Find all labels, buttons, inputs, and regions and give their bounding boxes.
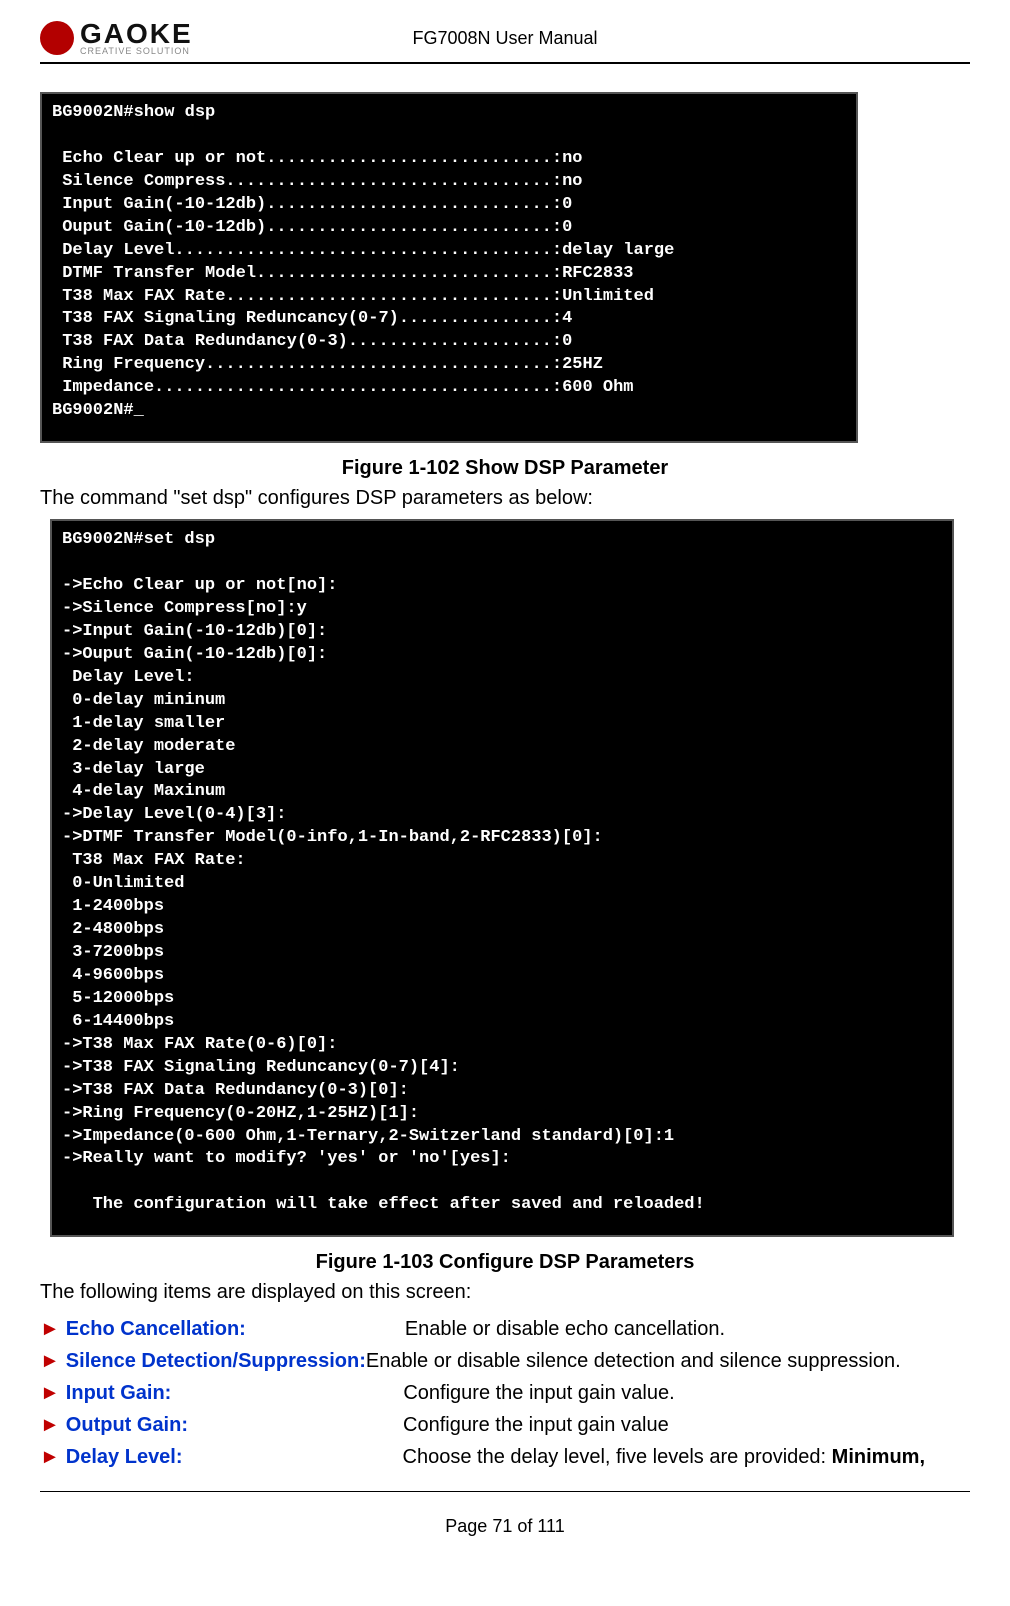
parameter-row: ►Delay Level: Choose the delay level, fiv… [40,1441,970,1473]
parameter-description: Enable or disable echo cancellation. [405,1313,725,1345]
figure-title: Configure DSP Parameters [439,1251,694,1273]
logo-brand: GAOKE [80,20,193,48]
parameter-name: Output Gain: [66,1409,188,1441]
figure-number: Figure 1-102 [342,457,460,479]
parameter-description: Configure the input gain value. [403,1377,674,1409]
intro-text-1: The command "set dsp" configures DSP par… [40,484,970,513]
arrow-icon: ► [40,1441,60,1473]
arrow-icon: ► [40,1313,60,1345]
page-header: GAOKE CREATIVE SOLUTION FG7008N User Man… [40,20,970,64]
figure-caption-2: Figure 1-103 Configure DSP Parameters [40,1251,970,1274]
parameter-description: Choose the delay level, five levels are … [403,1441,925,1473]
parameter-description: Enable or disable silence detection and … [366,1345,901,1377]
logo-tagline: CREATIVE SOLUTION [80,46,193,56]
arrow-icon: ► [40,1377,60,1409]
arrow-icon: ► [40,1345,60,1377]
figure-title: Show DSP Parameter [465,457,668,479]
page-footer: Page 71 of 111 [40,1516,970,1537]
parameter-description: Configure the input gain value [403,1409,669,1441]
parameter-row: ►Echo Cancellation: Enable or disable ec… [40,1313,970,1345]
figure-number: Figure 1-103 [316,1251,434,1273]
parameter-row: ►Output Gain: Configure the input gain v… [40,1409,970,1441]
parameter-list: ►Echo Cancellation: Enable or disable ec… [40,1313,970,1473]
terminal-set-dsp: BG9002N#set dsp ->Echo Clear up or not[n… [50,519,954,1237]
arrow-icon: ► [40,1409,60,1441]
logo-icon [40,21,74,55]
parameter-name: Silence Detection/Suppression: [66,1345,366,1377]
parameter-name: Delay Level: [66,1441,183,1473]
intro-text-2: The following items are displayed on thi… [40,1278,970,1307]
figure-caption-1: Figure 1-102 Show DSP Parameter [40,457,970,480]
document-title: FG7008N User Manual [412,28,597,49]
parameter-row: ►Input Gain: Configure the input gain val… [40,1377,970,1409]
logo: GAOKE CREATIVE SOLUTION [40,20,193,56]
terminal-show-dsp: BG9002N#show dsp Echo Clear up or not...… [40,92,858,443]
parameter-row: ►Silence Detection/Suppression: Enable o… [40,1345,970,1377]
parameter-name: Input Gain: [66,1377,172,1409]
parameter-name: Echo Cancellation: [66,1313,246,1345]
footer-rule [40,1491,970,1492]
